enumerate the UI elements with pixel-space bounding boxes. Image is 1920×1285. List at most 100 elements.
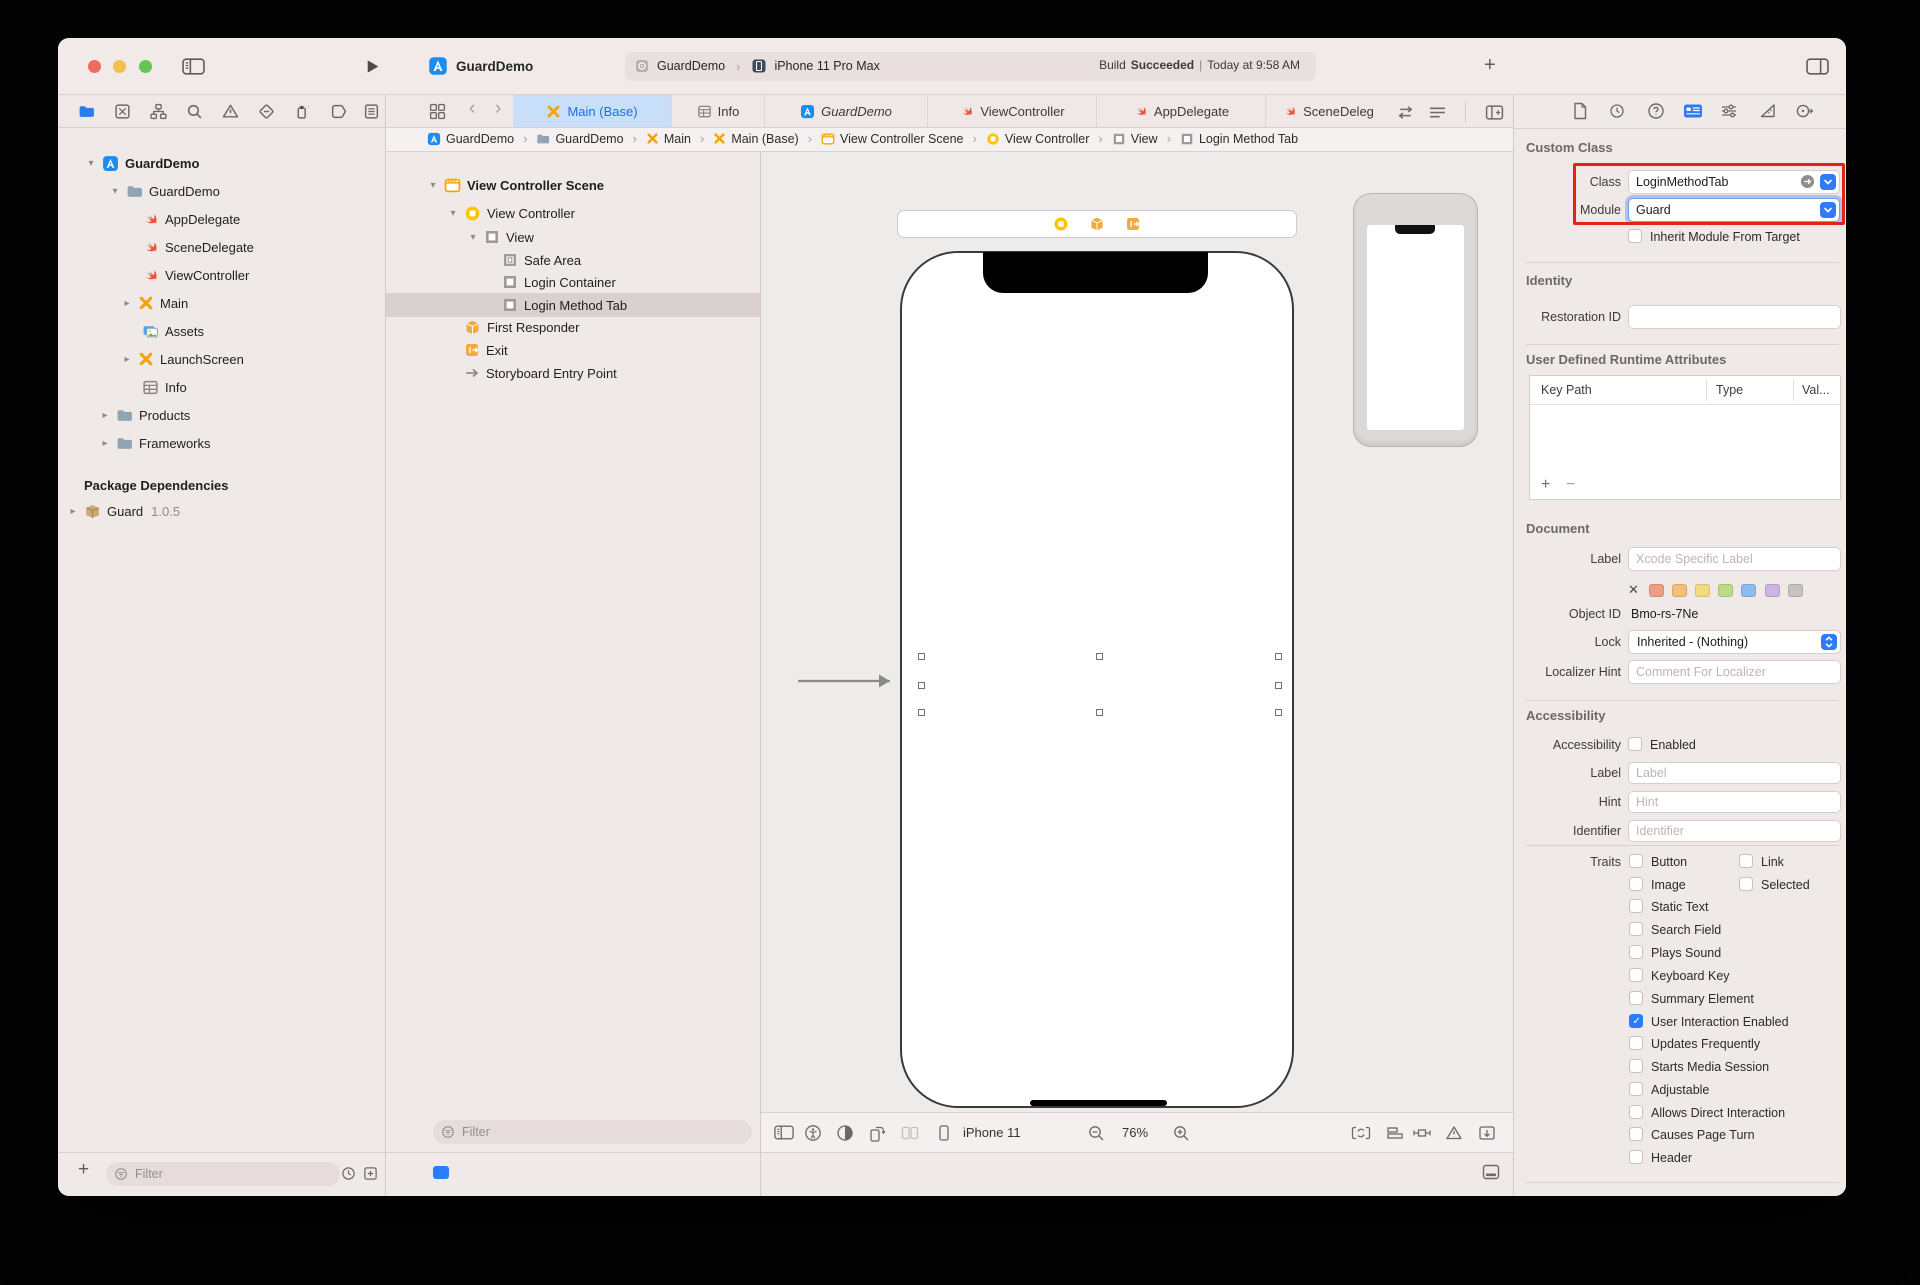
identity-inspector-icon[interactable] (1683, 103, 1703, 119)
dock-view-controller-icon[interactable] (1053, 216, 1069, 232)
module-input[interactable] (1629, 199, 1839, 221)
zoom-out-icon[interactable] (1087, 1124, 1105, 1142)
breadcrumb-view[interactable]: View (1112, 132, 1158, 146)
report-navigator-icon[interactable] (363, 103, 380, 120)
project-navigator-icon[interactable] (78, 103, 95, 120)
nav-item-guarddemo-group[interactable]: ▾ GuardDemo (110, 179, 220, 203)
breadcrumb-main-base[interactable]: Main (Base) (713, 132, 798, 146)
disclosure-open-icon[interactable]: ▾ (110, 186, 120, 197)
module-dropdown-button[interactable] (1820, 202, 1836, 218)
acc-identifier-field[interactable] (1628, 820, 1841, 842)
module-field[interactable] (1628, 198, 1840, 222)
editor-options-icon[interactable] (1428, 105, 1447, 120)
breakpoint-navigator-icon[interactable] (330, 103, 347, 120)
color-swatch-orange[interactable] (1672, 584, 1687, 597)
outline-filter-field[interactable] (433, 1120, 752, 1144)
nav-item-main-storyboard[interactable]: ▸ Main (122, 291, 188, 315)
device-preview-thumbnail[interactable] (1353, 193, 1478, 447)
tab-overview-icon[interactable] (429, 103, 446, 120)
trait-causes-page-turn-checkbox[interactable] (1629, 1127, 1643, 1141)
dock-exit-icon[interactable] (1125, 216, 1141, 232)
selection-handle[interactable] (1096, 653, 1103, 660)
nav-item-guarddemo-project[interactable]: ▾ GuardDemo (86, 151, 199, 175)
trait-summary-element-checkbox[interactable] (1629, 991, 1643, 1005)
outline-item-login-container[interactable]: Login Container (502, 270, 616, 294)
add-editor-icon[interactable] (1485, 104, 1504, 121)
tab-main-storyboard[interactable]: Main (Base) (513, 95, 671, 128)
zoom-level[interactable]: 76% (1122, 1125, 1148, 1140)
disclosure-open-icon[interactable]: ▾ (428, 180, 438, 191)
disclosure-closed-icon[interactable]: ▸ (100, 438, 110, 449)
file-inspector-icon[interactable] (1572, 102, 1588, 120)
breadcrumb-project[interactable]: GuardDemo (427, 132, 514, 146)
acc-hint-input[interactable] (1629, 792, 1840, 812)
update-frames-icon[interactable] (1351, 1125, 1371, 1141)
size-inspector-icon[interactable] (1759, 103, 1777, 119)
nav-item-scenedelegate[interactable]: SceneDelegate (142, 235, 254, 259)
outline-filter-input[interactable] (460, 1124, 744, 1140)
go-back-button[interactable]: ‹ (469, 98, 475, 120)
selection-handle[interactable] (1275, 682, 1282, 689)
add-tab-button[interactable]: + (1484, 54, 1496, 77)
tab-appdelegate[interactable]: AppDelegate (1096, 95, 1265, 128)
align-icon[interactable] (1386, 1125, 1404, 1141)
storyboard-canvas[interactable]: iPhone 11 76% (760, 152, 1513, 1153)
acc-hint-field[interactable] (1628, 791, 1841, 813)
selection-handle[interactable] (918, 682, 925, 689)
activity-status[interactable]: Build Succeeded | Today at 9:58 AM (1099, 58, 1300, 72)
quick-help-inspector-icon[interactable] (1647, 102, 1665, 120)
acc-label-input[interactable] (1629, 763, 1840, 783)
add-constraints-icon[interactable] (1413, 1125, 1431, 1141)
class-field[interactable] (1628, 170, 1840, 194)
go-forward-button[interactable]: › (495, 98, 501, 120)
navigator-filter-field[interactable] (106, 1162, 340, 1186)
outline-item-exit[interactable]: Exit (464, 338, 508, 362)
attributes-inspector-icon[interactable] (1720, 103, 1738, 119)
accessibility-enabled-checkbox[interactable] (1628, 737, 1642, 751)
dock-first-responder-icon[interactable] (1089, 216, 1105, 232)
tab-scenedelegate[interactable]: SceneDeleg (1265, 95, 1390, 128)
disclosure-open-icon[interactable]: ▾ (86, 158, 96, 169)
device-icon[interactable] (935, 1124, 953, 1142)
document-label-input[interactable] (1629, 548, 1840, 570)
color-swatch-gray[interactable] (1788, 584, 1803, 597)
trait-updates-frequently-checkbox[interactable] (1629, 1036, 1643, 1050)
localizer-hint-input[interactable] (1629, 661, 1840, 683)
outline-item-scene[interactable]: ▾ View Controller Scene (428, 173, 604, 197)
add-attribute-button[interactable]: + (1541, 476, 1550, 494)
breadcrumb-main[interactable]: Main (646, 132, 691, 146)
nav-item-info-plist[interactable]: Info (142, 375, 187, 399)
document-label-field[interactable] (1628, 547, 1841, 571)
symbol-navigator-icon[interactable] (150, 103, 167, 120)
selection-handle[interactable] (1096, 709, 1103, 716)
trait-header-checkbox[interactable] (1629, 1150, 1643, 1164)
trait-user-interaction-checkbox[interactable] (1629, 1014, 1643, 1028)
acc-label-field[interactable] (1628, 762, 1841, 784)
test-navigator-icon[interactable] (258, 103, 275, 120)
recent-files-filter-icon[interactable] (341, 1166, 356, 1181)
trait-search-field-checkbox[interactable] (1629, 922, 1643, 936)
restoration-id-field[interactable] (1628, 305, 1841, 329)
nav-item-viewcontroller[interactable]: ViewController (142, 263, 249, 287)
document-outline-toggle-button[interactable] (433, 1166, 449, 1179)
column-header-key-path[interactable]: Key Path (1541, 383, 1592, 397)
trait-adjustable-checkbox[interactable] (1629, 1082, 1643, 1096)
color-swatch-yellow[interactable] (1695, 584, 1710, 597)
history-inspector-icon[interactable] (1609, 103, 1625, 119)
add-file-button[interactable]: + (78, 1159, 89, 1181)
trait-plays-sound-checkbox[interactable] (1629, 945, 1643, 959)
close-window-button[interactable] (88, 60, 101, 73)
accessibility-preview-icon[interactable] (804, 1124, 822, 1142)
nav-item-appdelegate[interactable]: AppDelegate (142, 207, 240, 231)
trait-direct-interaction-checkbox[interactable] (1629, 1105, 1643, 1119)
scheme-selector[interactable]: GuardDemo › iPhone 11 Pro Max (634, 58, 880, 74)
minimize-window-button[interactable] (113, 60, 126, 73)
nav-item-products[interactable]: ▸ Products (100, 403, 190, 427)
toggle-inspector-button[interactable] (1806, 58, 1829, 75)
nav-item-launchscreen[interactable]: ▸ LaunchScreen (122, 347, 244, 371)
disclosure-closed-icon[interactable]: ▸ (122, 354, 132, 365)
breadcrumb-view-controller[interactable]: View Controller (986, 132, 1090, 146)
outline-item-view[interactable]: ▾ View (468, 225, 534, 249)
selection-handle[interactable] (1275, 653, 1282, 660)
trait-keyboard-key-checkbox[interactable] (1629, 968, 1643, 982)
